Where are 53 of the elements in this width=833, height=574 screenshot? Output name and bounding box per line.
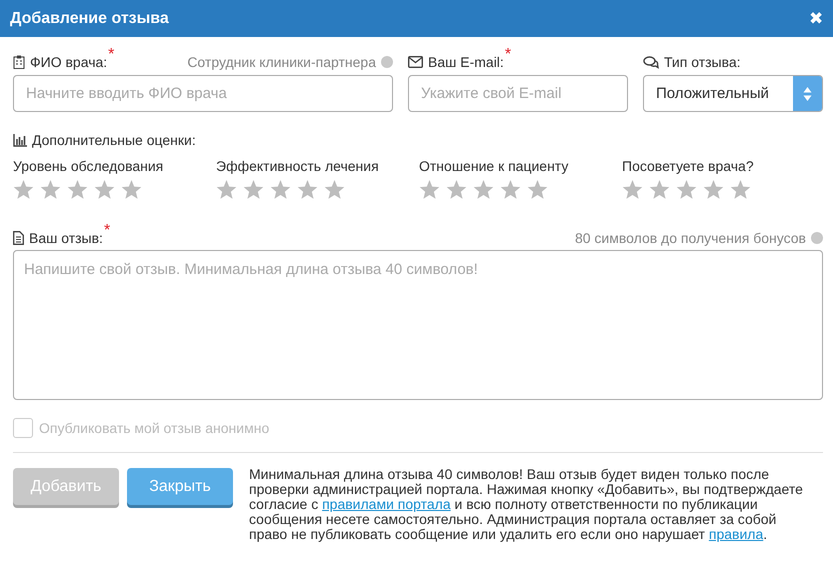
- document-icon: [13, 231, 24, 245]
- star-icon[interactable]: [297, 180, 318, 200]
- star-icon[interactable]: [649, 180, 670, 200]
- star-icon[interactable]: [730, 180, 751, 200]
- star-icon[interactable]: [243, 180, 264, 200]
- star-icon[interactable]: [40, 180, 61, 200]
- star-icon[interactable]: [121, 180, 142, 200]
- rules-link[interactable]: правила: [708, 526, 764, 542]
- field-label: ФИО врача:: [30, 54, 108, 70]
- rating-label: Посоветуете врача?: [622, 158, 755, 174]
- section-label: Дополнительные оценки:: [32, 132, 196, 148]
- star-icon[interactable]: [473, 180, 494, 200]
- star-icon[interactable]: [527, 180, 548, 200]
- disclaimer-text: Минимальная длина отзыва 40 символов! Ваш отзыв будет виден только после проверки администрацией портала. Нажимая кнопку «Добавить», вы подтверждаете согласие с правилами портала и всю полноту ответственности по публикации сообщения несете самостоятельно. Администрация портала оставляет за собой право не публиковать сообщение или удалить его если оно нарушает правила.: [249, 467, 804, 542]
- field-label: Ваш отзыв:: [29, 230, 103, 246]
- star-icon[interactable]: [67, 180, 88, 200]
- input-field[interactable]: Начните вводить ФИО врача: [13, 75, 393, 112]
- star-icon[interactable]: [324, 180, 345, 200]
- spinner-arrows-icon: [803, 86, 812, 102]
- star-icon[interactable]: [13, 180, 34, 200]
- required-mark: *: [104, 222, 110, 240]
- star-icon[interactable]: [622, 180, 643, 200]
- star-icon[interactable]: [270, 180, 291, 200]
- rating-label: Эффективность лечения: [216, 158, 380, 174]
- dot-icon: [381, 56, 393, 68]
- bar-chart-icon: [13, 134, 27, 146]
- required-mark: *: [108, 46, 114, 64]
- rating-label: Уровень обследования: [13, 158, 164, 174]
- star-icon[interactable]: [216, 180, 237, 200]
- field-label: Тип отзыва:: [664, 54, 741, 70]
- rules-link[interactable]: правилами портала: [322, 496, 451, 512]
- clipboard-icon: [13, 55, 25, 69]
- bonus-hint: 80 символов до получения бонусов: [574, 230, 823, 246]
- star-icon[interactable]: [500, 180, 521, 200]
- star-icon[interactable]: [703, 180, 724, 200]
- envelope-icon: [408, 56, 423, 68]
- input-field[interactable]: Укажите свой E-mail: [408, 75, 628, 112]
- partner-hint: Сотрудник клиники-партнера: [187, 54, 393, 70]
- window-title: Добавление отзыва: [10, 10, 169, 28]
- star-icon[interactable]: [419, 180, 440, 200]
- review-type-select[interactable]: Положительный: [643, 75, 823, 112]
- close-button[interactable]: ✖: [809, 10, 823, 27]
- star-icon[interactable]: [446, 180, 467, 200]
- star-icon[interactable]: [94, 180, 115, 200]
- dot-icon: [811, 232, 823, 244]
- close-button[interactable]: Закрыть: [127, 468, 233, 505]
- chat-bubbles-icon: [643, 56, 659, 68]
- field-label: Ваш E-mail:: [428, 54, 504, 70]
- review-textarea[interactable]: Напишите свой отзыв. Минимальная длина отзыва 40 символов!: [13, 250, 823, 400]
- rating-label: Отношение к пациенту: [419, 158, 570, 174]
- checkbox-label: Опубликовать мой отзыв анонимно: [39, 420, 270, 436]
- required-mark: *: [504, 46, 512, 64]
- star-icon[interactable]: [676, 180, 697, 200]
